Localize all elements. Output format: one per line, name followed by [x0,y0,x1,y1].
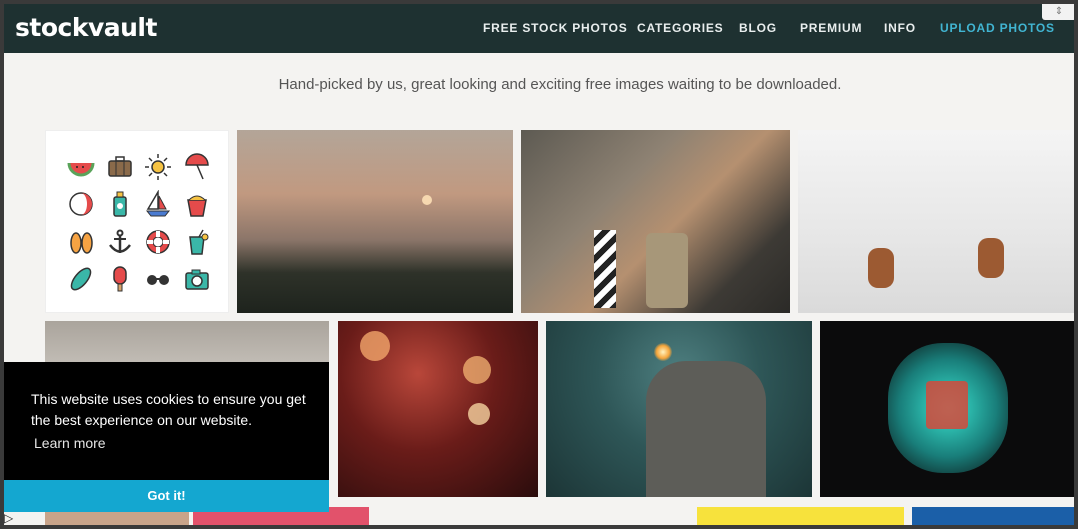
nav-upload-photos[interactable]: UPLOAD PHOTOS [940,21,1055,35]
drink-icon [188,229,209,255]
glass-jar [646,233,688,308]
window-control-icon[interactable]: ⇕ [1042,4,1074,20]
photo-tile-partial[interactable] [697,507,904,525]
sunscreen-icon [113,191,127,217]
striped-bottle [594,230,616,308]
surfboard-icon [70,267,92,291]
flip-flops-icon [70,232,93,254]
sun-icon [145,153,172,180]
browser-viewport: stockvault FREE STOCK PHOTOS CATEGORIES … [4,4,1074,525]
photo-tile-tech-brain[interactable] [820,321,1074,497]
suitcase-icon [108,156,132,177]
learn-more-link[interactable]: Learn more [34,435,106,451]
site-header: stockvault FREE STOCK PHOTOS CATEGORIES … [4,4,1074,53]
nav-premium[interactable]: PREMIUM [800,21,862,35]
person-figure [646,361,766,497]
sun-glow [422,195,432,205]
watermelon-icon [67,162,95,177]
photo-tile-partial[interactable] [912,507,1074,525]
life-ring-icon [146,230,170,254]
nav-categories[interactable]: CATEGORIES [637,21,723,35]
nav-blog[interactable]: BLOG [739,21,777,35]
umbrella-icon [184,153,209,180]
site-logo[interactable]: stockvault [15,13,157,42]
sunglasses-icon [147,275,170,286]
circuit-pattern [926,381,968,429]
cookie-banner: This website uses cookies to ensure you … [4,362,329,512]
photo-tile-snow-boots[interactable] [798,130,1074,313]
photo-tile-sunset-field[interactable] [237,130,513,313]
nav-info[interactable]: INFO [884,21,916,35]
bokeh-light [463,356,491,384]
photo-tile-summer-icons[interactable] [45,130,229,313]
popsicle-icon [113,266,127,292]
cookie-message: This website uses cookies to ensure you … [31,391,306,428]
sailboat-icon [146,190,171,217]
anchor-icon [108,229,131,253]
chevron-right-icon[interactable]: ▷ [4,511,13,525]
right-boot [978,238,1004,278]
camera-icon [185,269,209,290]
left-boot [868,248,894,288]
nav-free-stock-photos[interactable]: FREE STOCK PHOTOS [483,21,628,35]
bokeh-light [468,403,490,425]
bokeh-light [360,331,390,361]
photo-tile-bokeh-lights[interactable] [338,321,538,497]
photo-tile-sparkler[interactable] [546,321,812,497]
icon-set-grid [62,148,216,298]
sand-bucket-icon [186,195,207,217]
photo-tile-fist-bump[interactable] [521,130,790,313]
got-it-button[interactable]: Got it! [4,480,329,512]
sparkler-glow [654,343,672,361]
beach-ball-icon [69,192,93,216]
tagline: Hand-picked by us, great looking and exc… [278,76,842,93]
